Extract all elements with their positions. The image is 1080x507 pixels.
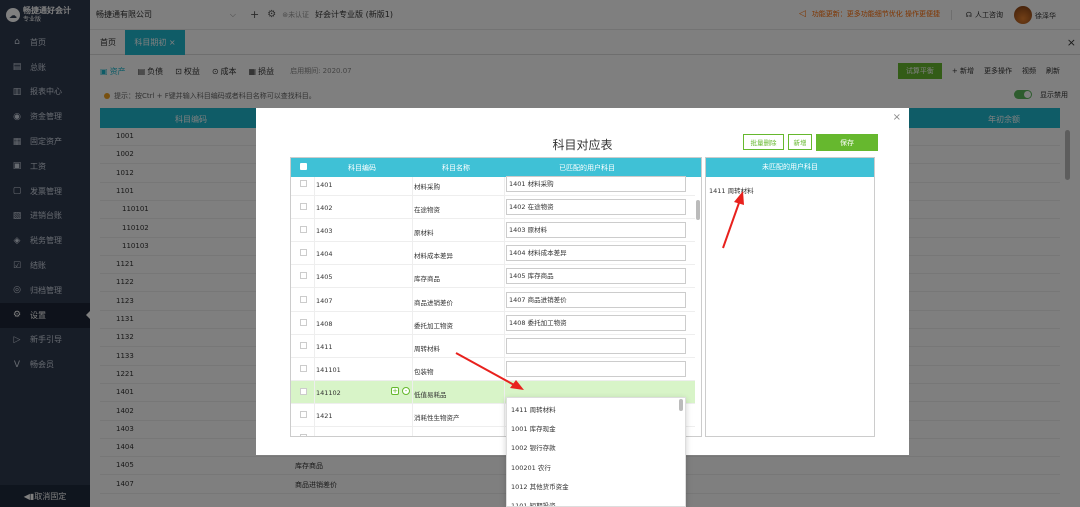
dropdown-option[interactable]: 1411 周转材料 [511,404,556,414]
mapping-grid: 科目编码 科目名称 已匹配的用户科目 1401 材料采购 1401 材料采购 1402… [290,157,702,437]
matched-account-field[interactable] [506,337,686,354]
table-row[interactable]: 1403 原材料 1403 原材料 [291,219,695,243]
row-name: 原材料 [414,229,434,238]
close-icon[interactable]: × [893,112,901,123]
col-matched-header: 已匹配的用户科目 [559,164,615,172]
col-code-header: 科目编码 [348,164,376,172]
annotation-arrow-to-dropdown [455,352,524,390]
matched-account-field[interactable]: 1407 商品进销差价 [506,291,686,308]
row-checkbox[interactable] [300,387,307,395]
dropdown-option[interactable]: 1101 短期投资 [511,500,556,506]
matched-account-field[interactable]: 1403 原材料 [506,222,686,239]
row-name: 商品进销差价 [414,298,453,307]
row-name: 包装物 [414,367,434,376]
row-name: 库存商品 [414,275,440,284]
row-name: 低值易耗品 [414,390,447,399]
row-checkbox[interactable] [300,249,307,257]
dropdown-option[interactable]: 1001 库存现金 [511,423,556,433]
row-checkbox[interactable] [300,295,307,303]
dialog-actions: 批量删除 新增 保存 [743,134,882,151]
row-code: 1408 [316,319,333,328]
save-button[interactable]: 保存 [816,134,878,151]
row-checkbox[interactable] [300,318,307,326]
row-checkbox[interactable] [300,226,307,234]
row-name: 材料采购 [414,183,440,191]
add-mapping-button[interactable]: 新增 [788,134,812,150]
dropdown-option[interactable]: 1002 银行存款 [511,442,556,452]
row-checkbox[interactable] [300,203,307,211]
row-name: 长期债券投资 [414,435,453,436]
row-checkbox[interactable] [300,341,307,349]
table-row[interactable]: 1402 在途物资 1402 在途物资 [291,196,695,220]
remove-icon[interactable]: - [402,386,410,395]
row-checkbox[interactable] [300,434,307,436]
table-row[interactable]: 1401 材料采购 1401 材料采购 [291,173,695,196]
row-code: 141101 [316,365,341,374]
add-child-icon[interactable]: + [391,386,399,395]
row-code: 1405 [316,273,333,282]
matched-account-field[interactable]: 1405 库存商品 [506,268,686,285]
row-name: 材料成本差异 [414,252,453,261]
matched-account-field[interactable]: 1408 委托加工物资 [506,314,686,331]
table-row[interactable]: 1405 库存商品 1405 库存商品 [291,265,695,289]
matched-account-field[interactable] [506,360,686,377]
account-dropdown: 1411 周转材料 1001 库存现金 1002 银行存款 100201 农行 1012… [506,397,686,507]
row-code: 1421 [316,412,333,420]
table-row[interactable]: 1404 材料成本差异 1404 材料成本差异 [291,242,695,266]
dropdown-option[interactable]: 1012 其他货币资金 [511,481,569,491]
col-name-header: 科目名称 [442,164,470,172]
row-code: 1403 [316,227,333,236]
table-row[interactable]: 1408 委托加工物资 1408 委托加工物资 [291,312,695,335]
matched-account-field[interactable]: 1401 材料采购 [506,176,686,192]
dropdown-option[interactable]: 100201 农行 [511,462,551,472]
row-code: 1501 [316,435,333,436]
row-code: 1402 [316,204,333,213]
row-name: 消耗性生物资产 [414,414,460,422]
row-checkbox[interactable] [300,272,307,280]
row-name: 在途物资 [414,206,440,215]
select-all-checkbox[interactable] [300,163,307,170]
matched-account-field[interactable]: 1402 在途物资 [506,199,686,216]
row-name: 周转材料 [414,344,440,353]
row-code: 1411 [316,342,333,351]
row-checkbox[interactable] [300,411,307,418]
row-checkbox[interactable] [300,364,307,372]
batch-delete-button[interactable]: 批量删除 [743,134,784,150]
row-checkbox[interactable] [300,180,307,187]
column-divider [504,177,505,436]
matched-account-field[interactable]: 1404 材料成本差异 [506,245,686,262]
row-code: 141102 [316,388,341,397]
row-code: 1401 [316,181,333,189]
grid-scrollbar[interactable] [696,200,700,220]
row-code: 1407 [316,296,333,305]
column-divider [412,177,413,436]
unmatched-header: 未匹配的用户科目 [706,158,874,177]
annotation-arrow-to-unmatched [722,191,744,249]
column-divider [314,177,315,436]
dropdown-scrollbar[interactable] [679,399,683,411]
row-name: 委托加工物资 [414,321,453,330]
row-code: 1404 [316,250,333,259]
table-row[interactable]: 1407 商品进销差价 1407 商品进销差价 [291,289,695,312]
